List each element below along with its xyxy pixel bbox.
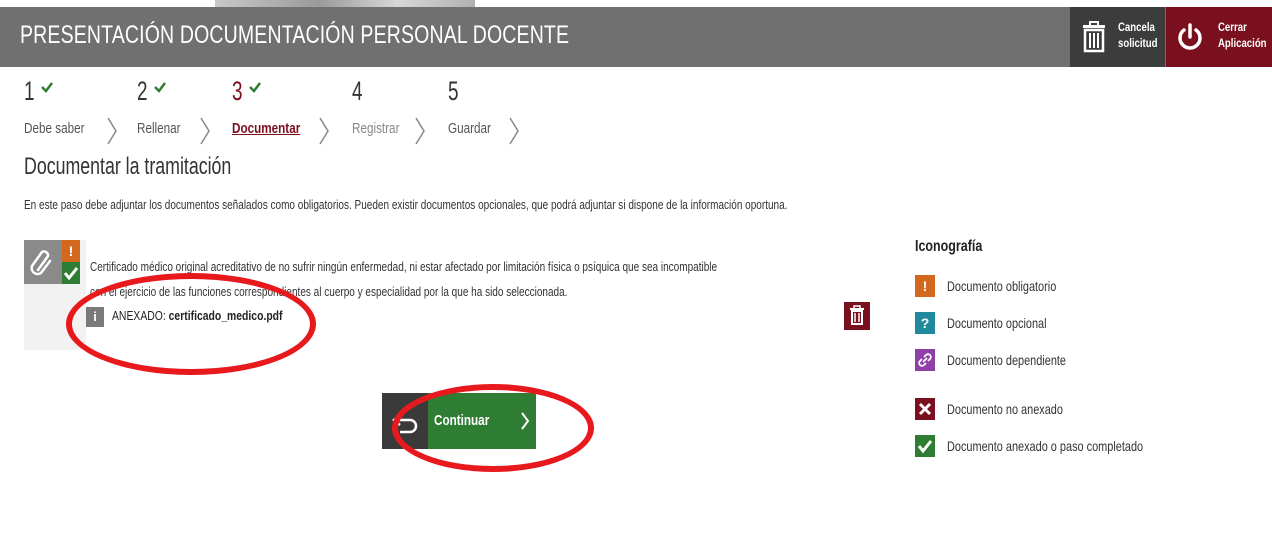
- check-icon: [915, 435, 935, 457]
- annex-filename[interactable]: certificado_medico.pdf: [169, 308, 283, 323]
- cancel-request-button[interactable]: Cancela solicitud: [1070, 7, 1165, 67]
- chevron-right-icon: [319, 117, 329, 145]
- continue-label: Continuar: [434, 412, 490, 429]
- step-number: 5: [448, 76, 459, 106]
- paperclip-icon: [30, 250, 52, 276]
- return-arrow-icon: [392, 414, 418, 434]
- step-label: Documentar: [232, 120, 301, 137]
- back-button[interactable]: [382, 393, 428, 449]
- cancel-request-label: Cancela solicitud: [1118, 20, 1158, 50]
- chevron-right-icon: [509, 117, 519, 145]
- required-flag-icon: !: [62, 240, 80, 262]
- question-icon: ?: [915, 312, 935, 334]
- section-title: Documentar la tramitación: [24, 153, 232, 180]
- step-number: 4: [352, 76, 363, 106]
- chevron-right-icon: [200, 117, 210, 145]
- close-app-label: Cerrar Aplicación: [1218, 20, 1267, 50]
- link-icon: [915, 349, 935, 371]
- exclamation-icon: !: [915, 275, 935, 297]
- trash-icon: [1083, 21, 1105, 53]
- annex-info: ANEXADO: certificado_medico.pdf: [112, 308, 283, 323]
- step-label: Registrar: [352, 120, 400, 137]
- step-label: Debe saber: [24, 120, 85, 137]
- attached-check-icon: [62, 262, 80, 284]
- legend-title: Iconografía: [915, 238, 983, 255]
- trash-icon: [850, 305, 864, 325]
- info-icon[interactable]: i: [86, 307, 104, 327]
- chevron-right-icon: [521, 412, 530, 430]
- section-intro: En este paso debe adjuntar los documento…: [24, 197, 788, 212]
- chevron-right-icon: [415, 117, 425, 145]
- close-app-button[interactable]: Cerrar Aplicación: [1166, 7, 1272, 67]
- step-number: 1: [24, 76, 35, 106]
- document-panel: ! Certificado médico original acreditati…: [24, 240, 872, 350]
- check-icon: [154, 82, 166, 93]
- continue-button[interactable]: Continuar: [428, 393, 536, 449]
- document-description: Certificado médico original acreditativo…: [90, 259, 718, 299]
- delete-document-button[interactable]: [844, 302, 870, 330]
- attach-button[interactable]: [24, 240, 62, 284]
- app-header: PRESENTACIÓN DOCUMENTACIÓN PERSONAL DOCE…: [0, 7, 1272, 67]
- check-icon: [249, 82, 261, 93]
- header-photo-strip: [0, 0, 1272, 7]
- app-title: PRESENTACIÓN DOCUMENTACIÓN PERSONAL DOCE…: [20, 21, 570, 49]
- step-label: Guardar: [448, 120, 491, 137]
- step-number: 2: [137, 76, 148, 106]
- step-label: Rellenar: [137, 120, 181, 137]
- step-number: 3: [232, 76, 243, 106]
- annex-row: i ANEXADO: certificado_medico.pdf: [72, 302, 872, 332]
- check-icon: [41, 82, 53, 93]
- cross-icon: [915, 398, 935, 420]
- power-icon: [1178, 23, 1202, 50]
- chevron-right-icon: [107, 117, 117, 145]
